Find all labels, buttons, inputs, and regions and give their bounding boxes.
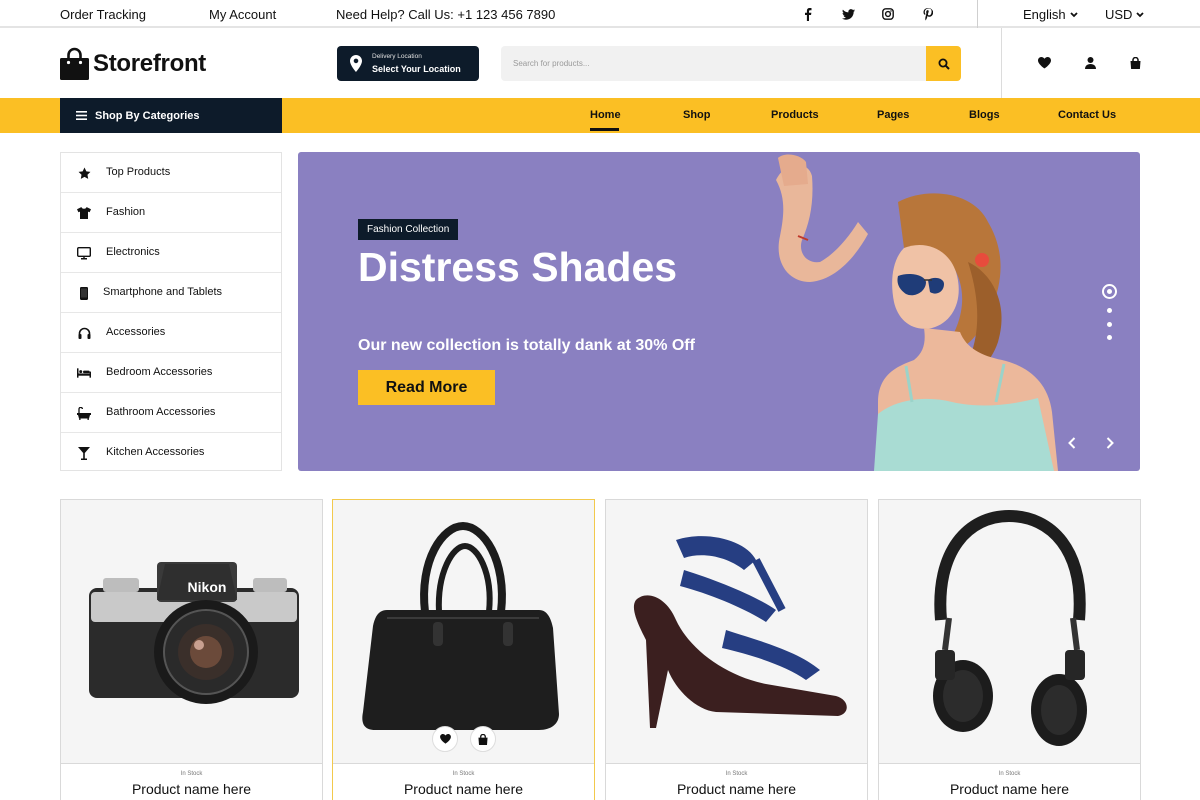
stock-status: In Stock (725, 771, 748, 777)
categories-label: Shop By Categories (95, 109, 200, 122)
sidebar-item-label: Electronics (106, 246, 160, 258)
map-pin-icon (350, 55, 362, 72)
nav-pages[interactable]: Pages (877, 109, 909, 121)
add-to-cart-button[interactable] (470, 726, 496, 752)
slider-dot[interactable] (1107, 322, 1112, 327)
search-input[interactable] (501, 46, 927, 81)
bath-icon (77, 406, 91, 420)
cart-icon (478, 733, 488, 745)
shirt-icon (77, 206, 91, 220)
svg-text:Nikon: Nikon (188, 579, 227, 595)
sidebar-item-label: Bedroom Accessories (106, 366, 213, 378)
hero-title: Distress Shades (358, 244, 678, 290)
chevron-right-icon[interactable] (1103, 436, 1117, 450)
sidebar-item-top-products[interactable]: Top Products (61, 153, 281, 193)
hero-badge: Fashion Collection (358, 219, 459, 240)
hero-model-image (776, 154, 1058, 471)
delivery-location-label: Delivery Location (372, 53, 422, 60)
sidebar-item-label: Smartphone and Tablets (103, 286, 223, 298)
phone-icon (77, 286, 91, 300)
header-divider (1001, 28, 1002, 98)
currency-value: USD (1105, 7, 1133, 22)
help-phone-text: Need Help? Call Us: +1 123 456 7890 (336, 7, 556, 22)
my-account-link[interactable]: My Account (209, 7, 276, 22)
pinterest-icon[interactable] (921, 7, 935, 21)
chevron-down-icon (1136, 11, 1145, 17)
cart-icon[interactable] (1128, 56, 1142, 70)
shop-by-categories-button[interactable]: Shop By Categories (60, 98, 282, 133)
site-header: Storefront Delivery Location Select Your… (0, 28, 1200, 98)
product-image-handbag[interactable] (333, 500, 594, 764)
nav-shop[interactable]: Shop (683, 109, 711, 121)
bed-icon (77, 366, 91, 380)
logo-text: Storefront (93, 49, 206, 77)
menu-icon (76, 111, 87, 120)
heart-icon[interactable] (1037, 56, 1051, 70)
delivery-location-button[interactable]: Delivery Location Select Your Location (337, 46, 479, 81)
product-image-headphones[interactable] (879, 500, 1140, 764)
product-name[interactable]: Product name here (606, 781, 867, 797)
slider-dot[interactable] (1107, 308, 1112, 313)
slider-dot-active[interactable] (1102, 284, 1117, 299)
stock-status: In Stock (452, 771, 475, 777)
product-card[interactable]: In Stock Product name here (605, 499, 868, 800)
hero-subtitle: Our new collection is totally dank at 30… (358, 337, 695, 354)
sidebar-item-label: Top Products (106, 166, 171, 178)
stock-status: In Stock (998, 771, 1021, 777)
chevron-down-icon (1070, 11, 1078, 17)
active-nav-indicator (590, 128, 619, 131)
sidebar-item-label: Accessories (106, 326, 166, 338)
product-card[interactable]: In Stock Product name here (332, 499, 595, 800)
nav-home[interactable]: Home (590, 109, 621, 121)
nav-blogs[interactable]: Blogs (969, 109, 1000, 121)
heart-icon (439, 734, 451, 744)
language-select[interactable]: English (1023, 7, 1078, 22)
topbar-divider (977, 0, 978, 28)
currency-select[interactable]: USD (1105, 7, 1145, 22)
product-image-camera[interactable]: Nikon (61, 500, 322, 764)
headphones-icon (77, 326, 91, 340)
search-icon (938, 58, 950, 70)
star-icon (77, 166, 91, 180)
facebook-icon[interactable] (801, 7, 815, 21)
wishlist-button[interactable] (432, 726, 458, 752)
instagram-icon[interactable] (881, 7, 895, 21)
hero-banner: Fashion Collection Distress Shades Our n… (298, 152, 1140, 471)
nav-products[interactable]: Products (771, 109, 819, 121)
cocktail-icon (77, 446, 91, 460)
sidebar-item-smartphone-tablets[interactable]: Smartphone and Tablets (61, 273, 281, 313)
order-tracking-link[interactable]: Order Tracking (60, 7, 146, 22)
monitor-icon (77, 246, 91, 260)
sidebar-item-label: Kitchen Accessories (106, 446, 205, 458)
language-value: English (1023, 7, 1066, 22)
user-icon[interactable] (1083, 56, 1097, 70)
shopping-bag-icon (60, 47, 89, 80)
sidebar-item-fashion[interactable]: Fashion (61, 193, 281, 233)
slider-dot[interactable] (1107, 335, 1112, 340)
nav-contact-us[interactable]: Contact Us (1058, 109, 1116, 121)
sidebar-item-bedroom-accessories[interactable]: Bedroom Accessories (61, 353, 281, 393)
stock-status: In Stock (180, 771, 203, 777)
main-nav: Shop By Categories Home Shop Products Pa… (0, 98, 1200, 133)
product-name[interactable]: Product name here (879, 781, 1140, 797)
product-name[interactable]: Product name here (61, 781, 322, 797)
sidebar-item-label: Fashion (106, 206, 146, 218)
product-image-high-heel[interactable] (606, 500, 867, 764)
sidebar-item-accessories[interactable]: Accessories (61, 313, 281, 353)
logo[interactable]: Storefront (60, 47, 206, 80)
sidebar-item-bathroom-accessories[interactable]: Bathroom Accessories (61, 393, 281, 433)
sidebar-item-electronics[interactable]: Electronics (61, 233, 281, 273)
read-more-button[interactable]: Read More (358, 370, 495, 405)
search-button[interactable] (926, 46, 961, 81)
product-card[interactable]: Nikon In Stock Product name here (60, 499, 323, 800)
delivery-location-value: Select Your Location (372, 64, 461, 74)
top-bar: Order Tracking My Account Need Help? Cal… (0, 0, 1200, 28)
twitter-icon[interactable] (841, 7, 855, 21)
category-sidebar: Top Products Fashion Electronics Smartph… (60, 152, 282, 471)
product-name[interactable]: Product name here (333, 781, 594, 797)
product-card[interactable]: In Stock Product name here (878, 499, 1141, 800)
sidebar-item-kitchen-accessories[interactable]: Kitchen Accessories (61, 433, 281, 473)
sidebar-item-label: Bathroom Accessories (106, 406, 216, 418)
chevron-left-icon[interactable] (1065, 436, 1079, 450)
